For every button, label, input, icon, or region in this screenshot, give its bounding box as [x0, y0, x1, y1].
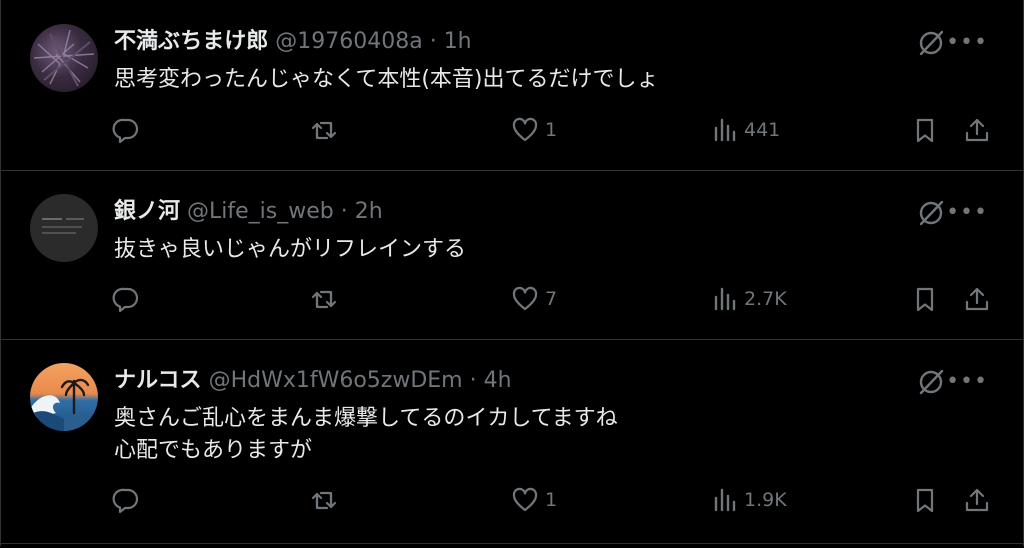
like-icon	[512, 487, 538, 512]
grok-icon[interactable]	[916, 367, 946, 397]
reply-icon	[112, 287, 139, 313]
views-button[interactable]: 2.7K	[710, 285, 787, 313]
like-count: 1	[545, 119, 558, 141]
more-icon[interactable]: •••	[946, 30, 988, 55]
separator: ·	[422, 29, 444, 54]
tweet-text-line: 心配でもありますが	[114, 438, 313, 463]
display-name[interactable]: 銀ノ河	[114, 199, 180, 224]
more-icon[interactable]: •••	[946, 200, 988, 225]
tweet-text-line: 奥さんご乱心をまんま爆撃してるのイカしてますね	[114, 406, 618, 431]
share-button[interactable]	[963, 486, 991, 514]
tweet-header: 銀ノ河 @Life_is_web · 2h	[114, 198, 383, 226]
share-button[interactable]	[963, 116, 991, 144]
share-icon	[965, 287, 989, 311]
tweet-text-line: 抜きゃ良いじゃんがリフレインする	[114, 237, 467, 262]
handle[interactable]: @19760408a	[275, 29, 422, 54]
separator: ·	[333, 199, 355, 224]
bookmark-icon	[916, 118, 934, 143]
tweet-header: 不満ぶちまけ郎 @19760408a · 1h	[114, 28, 472, 56]
avatar-image	[42, 218, 84, 234]
like-button[interactable]: 7	[511, 285, 557, 313]
tweet-2[interactable]: 銀ノ河 @Life_is_web · 2h ••• 抜きゃ良いじゃんがリフレイン…	[0, 170, 1024, 339]
avatar[interactable]	[30, 194, 98, 262]
timestamp[interactable]: 2h	[355, 199, 383, 224]
retweet-button[interactable]	[310, 285, 338, 313]
views-icon	[714, 287, 736, 311]
bookmark-button[interactable]	[911, 116, 939, 144]
handle[interactable]: @HdWx1fW6o5zwDEm	[209, 368, 463, 393]
grok-icon[interactable]	[916, 198, 946, 228]
more-icon[interactable]: •••	[946, 369, 988, 394]
reply-icon	[112, 118, 139, 144]
avatar-image	[33, 29, 95, 87]
tweet-1[interactable]: 不満ぶちまけ郎 @19760408a · 1h ••• 思考変わったんじゃなくて…	[0, 0, 1024, 170]
tweet-text: 奥さんご乱心をまんま爆撃してるのイカしてますね 心配でもありますが	[114, 403, 618, 467]
like-button[interactable]: 1	[511, 486, 557, 514]
display-name[interactable]: ナルコス	[114, 368, 202, 393]
views-icon	[714, 488, 736, 512]
retweet-button[interactable]	[310, 116, 338, 144]
like-icon	[512, 286, 538, 311]
reply-button[interactable]	[112, 116, 140, 144]
grok-icon[interactable]	[916, 28, 946, 58]
share-button[interactable]	[963, 285, 991, 313]
like-count: 1	[545, 489, 558, 511]
tweet-3[interactable]: ナルコス @HdWx1fW6o5zwDEm · 4h ••• 奥さんご乱心をまん…	[0, 339, 1024, 543]
reply-icon	[112, 488, 139, 514]
share-icon	[965, 488, 989, 512]
avatar-image	[30, 378, 98, 431]
tweet-text: 抜きゃ良いじゃんがリフレインする	[114, 234, 466, 266]
bookmark-icon	[916, 287, 934, 312]
tweet-header: ナルコス @HdWx1fW6o5zwDEm · 4h	[114, 367, 512, 395]
timestamp[interactable]: 1h	[444, 29, 472, 54]
retweet-button[interactable]	[310, 486, 338, 514]
views-button[interactable]: 1.9K	[710, 486, 787, 514]
bookmark-button[interactable]	[911, 486, 939, 514]
display-name[interactable]: 不満ぶちまけ郎	[114, 29, 268, 54]
reply-button[interactable]	[112, 486, 140, 514]
bookmark-icon	[916, 488, 934, 513]
avatar[interactable]	[30, 363, 98, 431]
like-button[interactable]: 1	[511, 116, 557, 144]
like-count: 7	[545, 288, 558, 310]
retweet-icon	[311, 290, 337, 309]
views-icon	[714, 118, 736, 142]
divider	[0, 543, 1024, 544]
tweet-text-line: 思考変わったんじゃなくて本性(本音)出てるだけでしょ	[114, 67, 659, 92]
like-icon	[512, 117, 538, 142]
retweet-icon	[311, 491, 337, 510]
views-button[interactable]: 441	[710, 116, 780, 144]
reply-button[interactable]	[112, 285, 140, 313]
handle[interactable]: @Life_is_web	[187, 199, 334, 224]
retweet-icon	[311, 121, 337, 140]
avatar[interactable]	[30, 24, 98, 92]
views-count: 441	[744, 119, 781, 141]
views-count: 1.9K	[744, 489, 787, 511]
views-count: 2.7K	[744, 288, 787, 310]
tweet-text: 思考変わったんじゃなくて本性(本音)出てるだけでしょ	[114, 64, 659, 96]
share-icon	[965, 118, 989, 142]
timestamp[interactable]: 4h	[484, 368, 512, 393]
bookmark-button[interactable]	[911, 285, 939, 313]
action-bar: 1 1.9K	[0, 486, 1024, 522]
action-bar: 1 441	[0, 116, 1024, 152]
action-bar: 7 2.7K	[0, 285, 1024, 321]
separator: ·	[462, 368, 484, 393]
